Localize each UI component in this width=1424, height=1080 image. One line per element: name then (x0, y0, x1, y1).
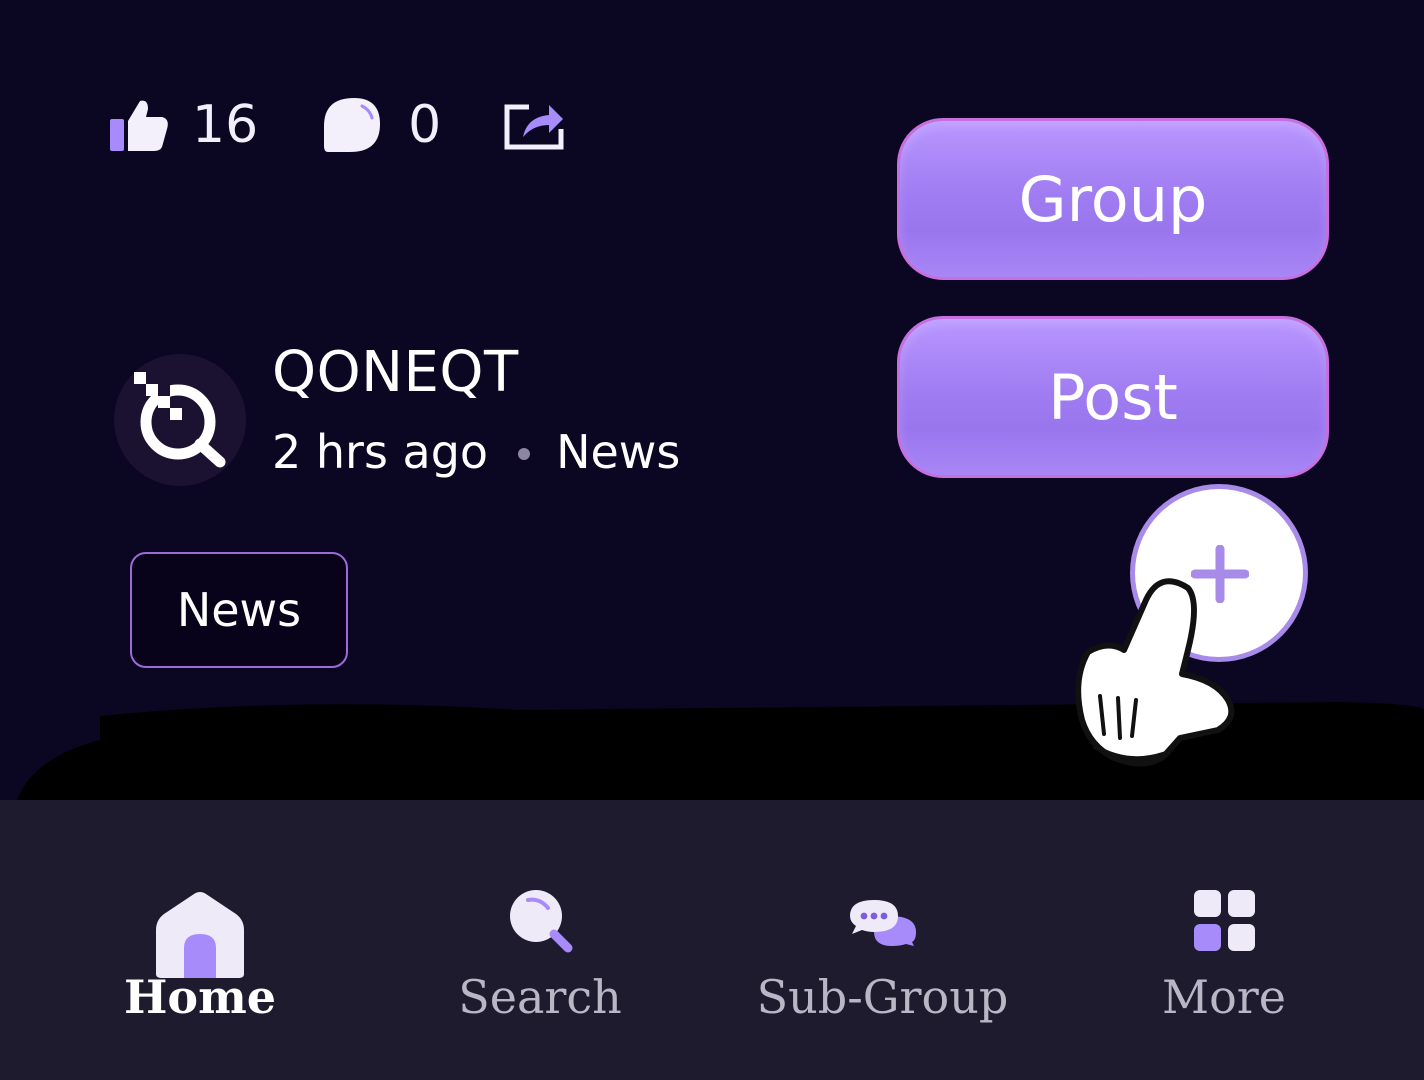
post-time: 2 hrs ago (272, 425, 489, 479)
nav-search-label: Search (458, 970, 622, 1024)
author-avatar[interactable] (114, 354, 246, 486)
nav-search[interactable]: Search (430, 800, 650, 1080)
post-meta: 2 hrs ago News (272, 425, 680, 479)
nav-sub-group-label: Sub-Group (756, 970, 1009, 1024)
grid-icon (1194, 890, 1255, 951)
share-button[interactable] (503, 99, 565, 151)
comment-bubble-icon (324, 98, 381, 152)
nav-home[interactable]: Home (90, 800, 310, 1080)
share-icon (504, 104, 564, 150)
comment-count: 0 (408, 95, 442, 155)
nav-more[interactable]: More (1114, 800, 1334, 1080)
bottom-nav: Home Search Sub-Group More (0, 800, 1424, 1080)
nav-more-label: More (1161, 970, 1286, 1024)
post-category: News (556, 425, 681, 479)
home-icon (156, 892, 244, 978)
chat-bubbles-icon (850, 900, 916, 946)
thumbs-up-icon (110, 100, 168, 151)
post-tag[interactable]: News (130, 552, 348, 668)
search-icon (510, 890, 573, 953)
comment-button[interactable]: 0 (322, 95, 441, 155)
post-actions: 16 0 (108, 90, 565, 160)
author-name[interactable]: QONEQT (272, 340, 519, 405)
nav-sub-group[interactable]: Sub-Group (740, 800, 1025, 1080)
create-post-button[interactable]: Post (897, 316, 1329, 478)
like-button[interactable]: 16 (108, 95, 258, 155)
nav-home-label: Home (123, 970, 277, 1024)
post-card: 16 0 QONEQT 2 hrs ago News News Group Po… (0, 0, 1424, 855)
pointing-hand-icon (1075, 578, 1235, 767)
qoneqt-logo-icon (134, 372, 226, 468)
create-group-button[interactable]: Group (897, 118, 1329, 280)
meta-separator-dot (518, 448, 531, 460)
like-count: 16 (192, 95, 259, 155)
